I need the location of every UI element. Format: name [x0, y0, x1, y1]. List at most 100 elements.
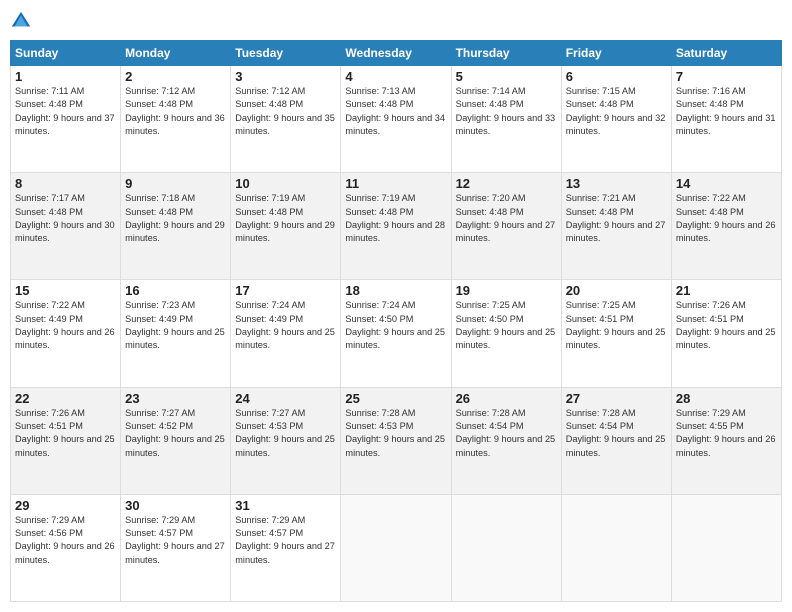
- day-info: Sunrise: 7:12 AMSunset: 4:48 PMDaylight:…: [235, 85, 336, 138]
- calendar-cell: 23Sunrise: 7:27 AMSunset: 4:52 PMDayligh…: [121, 387, 231, 494]
- calendar-cell: 25Sunrise: 7:28 AMSunset: 4:53 PMDayligh…: [341, 387, 451, 494]
- day-info: Sunrise: 7:29 AMSunset: 4:57 PMDaylight:…: [125, 514, 226, 567]
- calendar-cell: 22Sunrise: 7:26 AMSunset: 4:51 PMDayligh…: [11, 387, 121, 494]
- day-number: 19: [456, 283, 557, 298]
- day-header-friday: Friday: [561, 41, 671, 66]
- calendar-cell: 21Sunrise: 7:26 AMSunset: 4:51 PMDayligh…: [671, 280, 781, 387]
- day-info: Sunrise: 7:26 AMSunset: 4:51 PMDaylight:…: [676, 299, 777, 352]
- calendar-week-4: 22Sunrise: 7:26 AMSunset: 4:51 PMDayligh…: [11, 387, 782, 494]
- calendar-cell: 2Sunrise: 7:12 AMSunset: 4:48 PMDaylight…: [121, 66, 231, 173]
- day-number: 25: [345, 391, 446, 406]
- page: SundayMondayTuesdayWednesdayThursdayFrid…: [0, 0, 792, 612]
- day-info: Sunrise: 7:26 AMSunset: 4:51 PMDaylight:…: [15, 407, 116, 460]
- calendar-cell: [561, 494, 671, 601]
- day-header-thursday: Thursday: [451, 41, 561, 66]
- calendar-cell: 1Sunrise: 7:11 AMSunset: 4:48 PMDaylight…: [11, 66, 121, 173]
- calendar-cell: 26Sunrise: 7:28 AMSunset: 4:54 PMDayligh…: [451, 387, 561, 494]
- day-info: Sunrise: 7:19 AMSunset: 4:48 PMDaylight:…: [235, 192, 336, 245]
- day-info: Sunrise: 7:16 AMSunset: 4:48 PMDaylight:…: [676, 85, 777, 138]
- day-number: 4: [345, 69, 446, 84]
- day-number: 6: [566, 69, 667, 84]
- day-number: 16: [125, 283, 226, 298]
- day-number: 31: [235, 498, 336, 513]
- day-info: Sunrise: 7:29 AMSunset: 4:57 PMDaylight:…: [235, 514, 336, 567]
- calendar-cell: [341, 494, 451, 601]
- calendar-cell: 16Sunrise: 7:23 AMSunset: 4:49 PMDayligh…: [121, 280, 231, 387]
- calendar-header-row: SundayMondayTuesdayWednesdayThursdayFrid…: [11, 41, 782, 66]
- day-info: Sunrise: 7:13 AMSunset: 4:48 PMDaylight:…: [345, 85, 446, 138]
- day-info: Sunrise: 7:11 AMSunset: 4:48 PMDaylight:…: [15, 85, 116, 138]
- calendar-cell: 31Sunrise: 7:29 AMSunset: 4:57 PMDayligh…: [231, 494, 341, 601]
- day-number: 21: [676, 283, 777, 298]
- calendar-cell: 28Sunrise: 7:29 AMSunset: 4:55 PMDayligh…: [671, 387, 781, 494]
- day-info: Sunrise: 7:27 AMSunset: 4:52 PMDaylight:…: [125, 407, 226, 460]
- day-info: Sunrise: 7:21 AMSunset: 4:48 PMDaylight:…: [566, 192, 667, 245]
- day-info: Sunrise: 7:15 AMSunset: 4:48 PMDaylight:…: [566, 85, 667, 138]
- day-info: Sunrise: 7:22 AMSunset: 4:49 PMDaylight:…: [15, 299, 116, 352]
- day-number: 24: [235, 391, 336, 406]
- calendar-cell: 4Sunrise: 7:13 AMSunset: 4:48 PMDaylight…: [341, 66, 451, 173]
- calendar-cell: 14Sunrise: 7:22 AMSunset: 4:48 PMDayligh…: [671, 173, 781, 280]
- day-number: 20: [566, 283, 667, 298]
- calendar-cell: 3Sunrise: 7:12 AMSunset: 4:48 PMDaylight…: [231, 66, 341, 173]
- day-number: 12: [456, 176, 557, 191]
- day-number: 13: [566, 176, 667, 191]
- day-number: 14: [676, 176, 777, 191]
- calendar-week-3: 15Sunrise: 7:22 AMSunset: 4:49 PMDayligh…: [11, 280, 782, 387]
- calendar-cell: [451, 494, 561, 601]
- calendar-cell: 30Sunrise: 7:29 AMSunset: 4:57 PMDayligh…: [121, 494, 231, 601]
- calendar-cell: 13Sunrise: 7:21 AMSunset: 4:48 PMDayligh…: [561, 173, 671, 280]
- day-number: 18: [345, 283, 446, 298]
- header: [10, 10, 782, 32]
- day-number: 28: [676, 391, 777, 406]
- calendar-cell: 12Sunrise: 7:20 AMSunset: 4:48 PMDayligh…: [451, 173, 561, 280]
- day-header-tuesday: Tuesday: [231, 41, 341, 66]
- day-number: 30: [125, 498, 226, 513]
- day-number: 11: [345, 176, 446, 191]
- calendar-cell: 18Sunrise: 7:24 AMSunset: 4:50 PMDayligh…: [341, 280, 451, 387]
- calendar-cell: 17Sunrise: 7:24 AMSunset: 4:49 PMDayligh…: [231, 280, 341, 387]
- logo-icon: [10, 10, 32, 32]
- day-number: 7: [676, 69, 777, 84]
- day-header-wednesday: Wednesday: [341, 41, 451, 66]
- day-info: Sunrise: 7:18 AMSunset: 4:48 PMDaylight:…: [125, 192, 226, 245]
- day-info: Sunrise: 7:28 AMSunset: 4:53 PMDaylight:…: [345, 407, 446, 460]
- day-header-saturday: Saturday: [671, 41, 781, 66]
- day-info: Sunrise: 7:14 AMSunset: 4:48 PMDaylight:…: [456, 85, 557, 138]
- calendar-week-1: 1Sunrise: 7:11 AMSunset: 4:48 PMDaylight…: [11, 66, 782, 173]
- day-info: Sunrise: 7:25 AMSunset: 4:50 PMDaylight:…: [456, 299, 557, 352]
- day-number: 8: [15, 176, 116, 191]
- day-number: 29: [15, 498, 116, 513]
- day-number: 9: [125, 176, 226, 191]
- day-info: Sunrise: 7:24 AMSunset: 4:49 PMDaylight:…: [235, 299, 336, 352]
- calendar-cell: 11Sunrise: 7:19 AMSunset: 4:48 PMDayligh…: [341, 173, 451, 280]
- day-info: Sunrise: 7:22 AMSunset: 4:48 PMDaylight:…: [676, 192, 777, 245]
- day-info: Sunrise: 7:27 AMSunset: 4:53 PMDaylight:…: [235, 407, 336, 460]
- day-header-sunday: Sunday: [11, 41, 121, 66]
- day-info: Sunrise: 7:25 AMSunset: 4:51 PMDaylight:…: [566, 299, 667, 352]
- day-number: 27: [566, 391, 667, 406]
- day-number: 22: [15, 391, 116, 406]
- day-info: Sunrise: 7:20 AMSunset: 4:48 PMDaylight:…: [456, 192, 557, 245]
- day-number: 2: [125, 69, 226, 84]
- calendar-cell: 10Sunrise: 7:19 AMSunset: 4:48 PMDayligh…: [231, 173, 341, 280]
- calendar-cell: 24Sunrise: 7:27 AMSunset: 4:53 PMDayligh…: [231, 387, 341, 494]
- calendar-cell: 5Sunrise: 7:14 AMSunset: 4:48 PMDaylight…: [451, 66, 561, 173]
- calendar-cell: [671, 494, 781, 601]
- calendar-cell: 6Sunrise: 7:15 AMSunset: 4:48 PMDaylight…: [561, 66, 671, 173]
- day-info: Sunrise: 7:12 AMSunset: 4:48 PMDaylight:…: [125, 85, 226, 138]
- day-number: 10: [235, 176, 336, 191]
- day-number: 15: [15, 283, 116, 298]
- day-info: Sunrise: 7:17 AMSunset: 4:48 PMDaylight:…: [15, 192, 116, 245]
- day-header-monday: Monday: [121, 41, 231, 66]
- day-number: 5: [456, 69, 557, 84]
- calendar-cell: 27Sunrise: 7:28 AMSunset: 4:54 PMDayligh…: [561, 387, 671, 494]
- calendar-cell: 9Sunrise: 7:18 AMSunset: 4:48 PMDaylight…: [121, 173, 231, 280]
- logo: [10, 10, 36, 32]
- day-info: Sunrise: 7:29 AMSunset: 4:55 PMDaylight:…: [676, 407, 777, 460]
- calendar-cell: 8Sunrise: 7:17 AMSunset: 4:48 PMDaylight…: [11, 173, 121, 280]
- calendar-week-2: 8Sunrise: 7:17 AMSunset: 4:48 PMDaylight…: [11, 173, 782, 280]
- day-info: Sunrise: 7:28 AMSunset: 4:54 PMDaylight:…: [566, 407, 667, 460]
- day-info: Sunrise: 7:23 AMSunset: 4:49 PMDaylight:…: [125, 299, 226, 352]
- day-number: 1: [15, 69, 116, 84]
